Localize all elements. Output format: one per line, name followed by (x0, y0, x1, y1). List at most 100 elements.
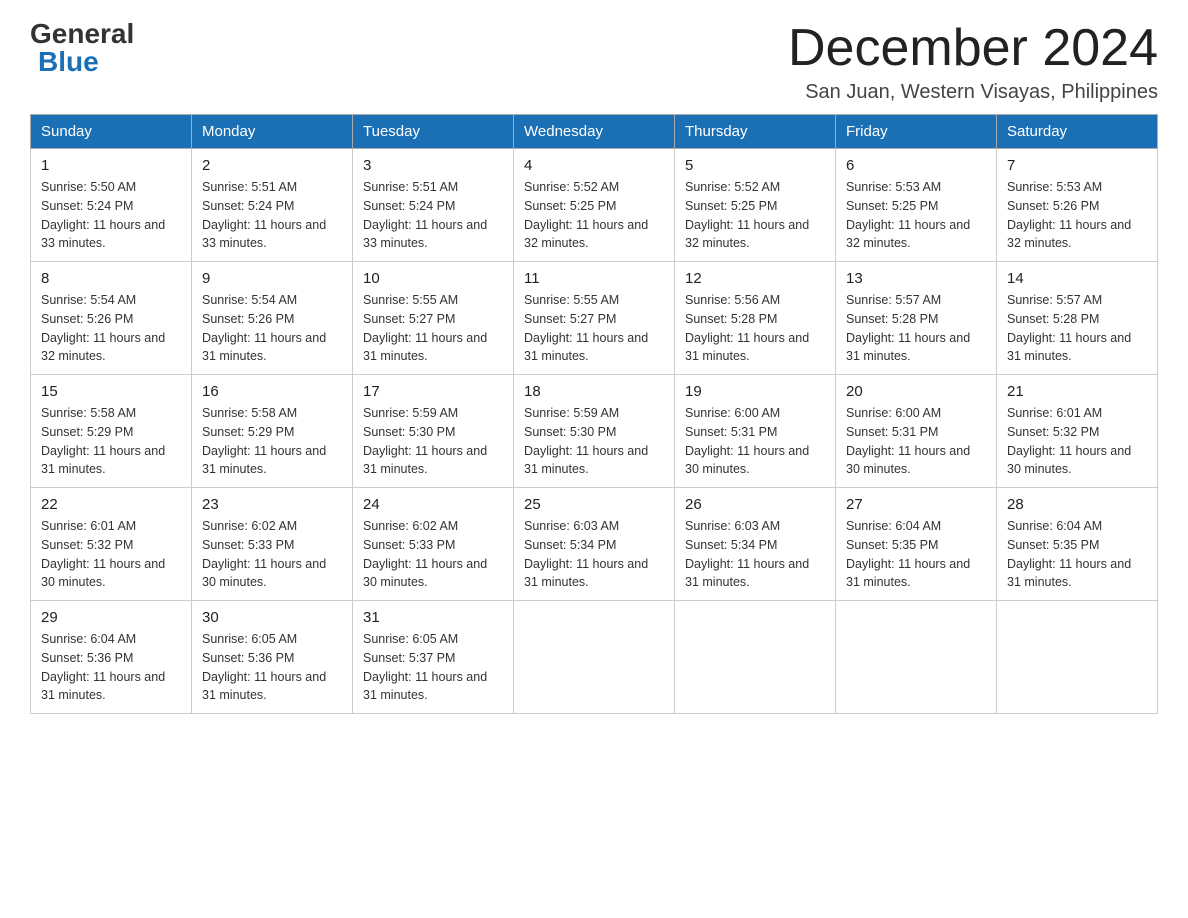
calendar-cell: 21 Sunrise: 6:01 AMSunset: 5:32 PMDaylig… (997, 375, 1158, 488)
day-number: 29 (41, 609, 181, 626)
calendar-cell: 19 Sunrise: 6:00 AMSunset: 5:31 PMDaylig… (675, 375, 836, 488)
calendar-cell: 3 Sunrise: 5:51 AMSunset: 5:24 PMDayligh… (353, 149, 514, 262)
calendar-cell: 6 Sunrise: 5:53 AMSunset: 5:25 PMDayligh… (836, 149, 997, 262)
day-number: 21 (1007, 383, 1147, 400)
day-info: Sunrise: 5:55 AMSunset: 5:27 PMDaylight:… (363, 293, 487, 363)
calendar-header-row: SundayMondayTuesdayWednesdayThursdayFrid… (31, 115, 1158, 149)
day-info: Sunrise: 6:00 AMSunset: 5:31 PMDaylight:… (685, 406, 809, 476)
day-info: Sunrise: 5:53 AMSunset: 5:26 PMDaylight:… (1007, 180, 1131, 250)
calendar-week-row: 1 Sunrise: 5:50 AMSunset: 5:24 PMDayligh… (31, 149, 1158, 262)
calendar-cell: 22 Sunrise: 6:01 AMSunset: 5:32 PMDaylig… (31, 488, 192, 601)
day-info: Sunrise: 6:01 AMSunset: 5:32 PMDaylight:… (1007, 406, 1131, 476)
day-number: 7 (1007, 157, 1147, 174)
calendar-cell: 16 Sunrise: 5:58 AMSunset: 5:29 PMDaylig… (192, 375, 353, 488)
calendar-week-row: 15 Sunrise: 5:58 AMSunset: 5:29 PMDaylig… (31, 375, 1158, 488)
day-number: 20 (846, 383, 986, 400)
calendar-cell: 10 Sunrise: 5:55 AMSunset: 5:27 PMDaylig… (353, 262, 514, 375)
calendar-cell: 7 Sunrise: 5:53 AMSunset: 5:26 PMDayligh… (997, 149, 1158, 262)
day-number: 26 (685, 496, 825, 513)
day-info: Sunrise: 5:52 AMSunset: 5:25 PMDaylight:… (524, 180, 648, 250)
calendar-cell: 1 Sunrise: 5:50 AMSunset: 5:24 PMDayligh… (31, 149, 192, 262)
day-info: Sunrise: 5:51 AMSunset: 5:24 PMDaylight:… (202, 180, 326, 250)
calendar-cell: 27 Sunrise: 6:04 AMSunset: 5:35 PMDaylig… (836, 488, 997, 601)
day-number: 19 (685, 383, 825, 400)
day-number: 23 (202, 496, 342, 513)
calendar-cell (997, 601, 1158, 714)
calendar-cell: 29 Sunrise: 6:04 AMSunset: 5:36 PMDaylig… (31, 601, 192, 714)
day-info: Sunrise: 5:58 AMSunset: 5:29 PMDaylight:… (41, 406, 165, 476)
calendar-cell: 15 Sunrise: 5:58 AMSunset: 5:29 PMDaylig… (31, 375, 192, 488)
day-number: 11 (524, 270, 664, 287)
day-number: 17 (363, 383, 503, 400)
calendar-cell: 30 Sunrise: 6:05 AMSunset: 5:36 PMDaylig… (192, 601, 353, 714)
day-number: 14 (1007, 270, 1147, 287)
day-number: 3 (363, 157, 503, 174)
calendar-cell: 5 Sunrise: 5:52 AMSunset: 5:25 PMDayligh… (675, 149, 836, 262)
day-number: 5 (685, 157, 825, 174)
day-number: 27 (846, 496, 986, 513)
day-info: Sunrise: 5:56 AMSunset: 5:28 PMDaylight:… (685, 293, 809, 363)
calendar-cell: 12 Sunrise: 5:56 AMSunset: 5:28 PMDaylig… (675, 262, 836, 375)
day-info: Sunrise: 6:00 AMSunset: 5:31 PMDaylight:… (846, 406, 970, 476)
calendar-cell (836, 601, 997, 714)
day-info: Sunrise: 5:54 AMSunset: 5:26 PMDaylight:… (41, 293, 165, 363)
day-number: 18 (524, 383, 664, 400)
day-info: Sunrise: 5:50 AMSunset: 5:24 PMDaylight:… (41, 180, 165, 250)
calendar-cell: 31 Sunrise: 6:05 AMSunset: 5:37 PMDaylig… (353, 601, 514, 714)
calendar-cell: 4 Sunrise: 5:52 AMSunset: 5:25 PMDayligh… (514, 149, 675, 262)
calendar-header-tuesday: Tuesday (353, 115, 514, 149)
day-info: Sunrise: 6:03 AMSunset: 5:34 PMDaylight:… (524, 519, 648, 589)
day-info: Sunrise: 5:59 AMSunset: 5:30 PMDaylight:… (363, 406, 487, 476)
title-section: December 2024 San Juan, Western Visayas,… (788, 20, 1158, 104)
calendar-cell: 25 Sunrise: 6:03 AMSunset: 5:34 PMDaylig… (514, 488, 675, 601)
day-number: 4 (524, 157, 664, 174)
calendar-cell: 18 Sunrise: 5:59 AMSunset: 5:30 PMDaylig… (514, 375, 675, 488)
calendar-header-friday: Friday (836, 115, 997, 149)
day-info: Sunrise: 5:55 AMSunset: 5:27 PMDaylight:… (524, 293, 648, 363)
calendar-cell (514, 601, 675, 714)
calendar-header-saturday: Saturday (997, 115, 1158, 149)
calendar-header-sunday: Sunday (31, 115, 192, 149)
logo: General Blue (30, 20, 134, 76)
day-number: 6 (846, 157, 986, 174)
calendar-cell: 23 Sunrise: 6:02 AMSunset: 5:33 PMDaylig… (192, 488, 353, 601)
logo-general-text: General (30, 20, 134, 48)
day-number: 2 (202, 157, 342, 174)
day-number: 1 (41, 157, 181, 174)
calendar-cell: 17 Sunrise: 5:59 AMSunset: 5:30 PMDaylig… (353, 375, 514, 488)
calendar-header-thursday: Thursday (675, 115, 836, 149)
day-info: Sunrise: 6:04 AMSunset: 5:35 PMDaylight:… (846, 519, 970, 589)
calendar-week-row: 29 Sunrise: 6:04 AMSunset: 5:36 PMDaylig… (31, 601, 1158, 714)
calendar-cell: 2 Sunrise: 5:51 AMSunset: 5:24 PMDayligh… (192, 149, 353, 262)
day-number: 31 (363, 609, 503, 626)
day-info: Sunrise: 6:03 AMSunset: 5:34 PMDaylight:… (685, 519, 809, 589)
calendar-header-monday: Monday (192, 115, 353, 149)
calendar-cell: 24 Sunrise: 6:02 AMSunset: 5:33 PMDaylig… (353, 488, 514, 601)
day-info: Sunrise: 5:57 AMSunset: 5:28 PMDaylight:… (1007, 293, 1131, 363)
day-number: 12 (685, 270, 825, 287)
calendar-cell: 14 Sunrise: 5:57 AMSunset: 5:28 PMDaylig… (997, 262, 1158, 375)
logo-blue-text: Blue (38, 48, 99, 76)
day-info: Sunrise: 5:51 AMSunset: 5:24 PMDaylight:… (363, 180, 487, 250)
day-info: Sunrise: 6:05 AMSunset: 5:37 PMDaylight:… (363, 632, 487, 702)
day-number: 8 (41, 270, 181, 287)
calendar-header-wednesday: Wednesday (514, 115, 675, 149)
day-info: Sunrise: 6:04 AMSunset: 5:35 PMDaylight:… (1007, 519, 1131, 589)
day-info: Sunrise: 5:57 AMSunset: 5:28 PMDaylight:… (846, 293, 970, 363)
calendar-cell: 13 Sunrise: 5:57 AMSunset: 5:28 PMDaylig… (836, 262, 997, 375)
calendar-table: SundayMondayTuesdayWednesdayThursdayFrid… (30, 114, 1158, 714)
location-subtitle: San Juan, Western Visayas, Philippines (788, 81, 1158, 104)
day-info: Sunrise: 6:04 AMSunset: 5:36 PMDaylight:… (41, 632, 165, 702)
day-info: Sunrise: 5:52 AMSunset: 5:25 PMDaylight:… (685, 180, 809, 250)
day-number: 9 (202, 270, 342, 287)
day-info: Sunrise: 6:01 AMSunset: 5:32 PMDaylight:… (41, 519, 165, 589)
page-header: General Blue December 2024 San Juan, Wes… (30, 20, 1158, 104)
day-info: Sunrise: 6:02 AMSunset: 5:33 PMDaylight:… (363, 519, 487, 589)
calendar-cell: 8 Sunrise: 5:54 AMSunset: 5:26 PMDayligh… (31, 262, 192, 375)
calendar-cell: 28 Sunrise: 6:04 AMSunset: 5:35 PMDaylig… (997, 488, 1158, 601)
day-info: Sunrise: 6:05 AMSunset: 5:36 PMDaylight:… (202, 632, 326, 702)
day-info: Sunrise: 6:02 AMSunset: 5:33 PMDaylight:… (202, 519, 326, 589)
day-number: 22 (41, 496, 181, 513)
calendar-cell: 9 Sunrise: 5:54 AMSunset: 5:26 PMDayligh… (192, 262, 353, 375)
calendar-cell: 20 Sunrise: 6:00 AMSunset: 5:31 PMDaylig… (836, 375, 997, 488)
